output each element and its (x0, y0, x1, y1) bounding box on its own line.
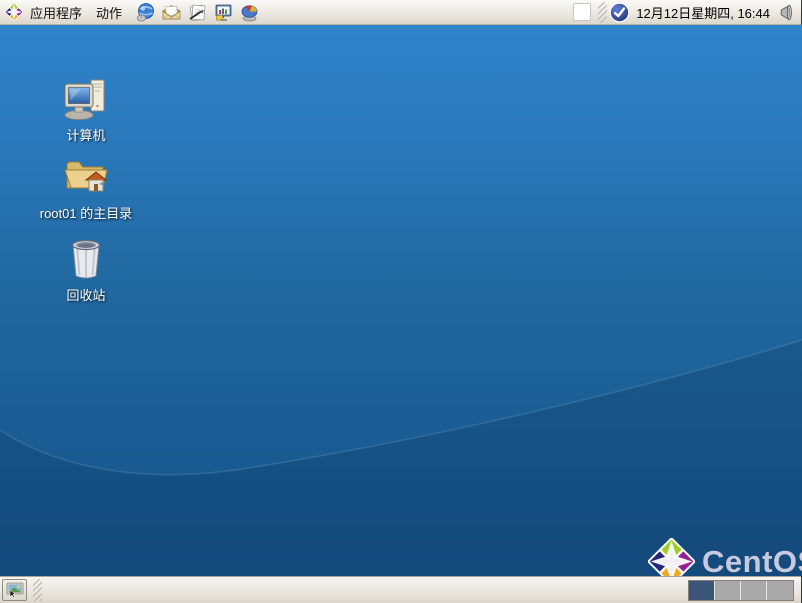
update-check-icon[interactable] (609, 2, 630, 23)
system-tray: 12月12日星期四, 16:44 (573, 2, 801, 23)
centos-watermark: CentOS (648, 538, 802, 576)
applet-drag-handle[interactable] (598, 2, 607, 23)
show-desktop-icon (6, 582, 24, 598)
centos-watermark-text: CentOS (702, 544, 802, 577)
desktop-icon-label: 计算机 (24, 128, 148, 143)
desktop-icon-label: root01 的主目录 (24, 206, 148, 221)
menu-actions[interactable]: 动作 (89, 0, 129, 25)
workspace-2[interactable] (715, 581, 741, 600)
show-desktop-button[interactable] (2, 579, 27, 601)
centos-desktop-screen: 应用程序 动作 (0, 0, 802, 603)
centos-menu-logo-icon[interactable] (5, 3, 23, 21)
menu-applications[interactable]: 应用程序 (23, 0, 89, 25)
computer-icon (62, 76, 110, 127)
workspace-4[interactable] (767, 581, 793, 600)
home-folder-icon (61, 154, 111, 205)
impress-presentation-icon[interactable] (213, 2, 234, 23)
volume-speaker-icon[interactable] (776, 3, 795, 22)
desktop[interactable]: 计算机 root01 的主目录 (0, 25, 802, 576)
bottom-panel (0, 576, 801, 603)
workspace-switcher (688, 580, 794, 601)
desktop-icon-trash[interactable]: 回收站 (24, 236, 148, 303)
writer-document-icon[interactable] (187, 2, 208, 23)
tasklist-drag-handle[interactable] (33, 579, 42, 601)
web-browser-icon[interactable] (135, 2, 156, 23)
centos-logo-icon (648, 538, 695, 576)
desktop-icon-label: 回收站 (24, 288, 148, 303)
workspace-1[interactable] (689, 581, 715, 600)
calc-chart-icon[interactable] (239, 2, 260, 23)
email-icon[interactable] (161, 2, 182, 23)
desktop-icon-home[interactable]: root01 的主目录 (24, 154, 148, 221)
clock[interactable]: 12月12日星期四, 16:44 (630, 3, 776, 22)
desktop-icon-computer[interactable]: 计算机 (24, 76, 148, 143)
trash-icon (64, 236, 108, 287)
top-panel: 应用程序 动作 (0, 0, 801, 25)
empty-tray-applet[interactable] (573, 3, 591, 21)
panel-launchers (135, 2, 260, 23)
workspace-3[interactable] (741, 581, 767, 600)
